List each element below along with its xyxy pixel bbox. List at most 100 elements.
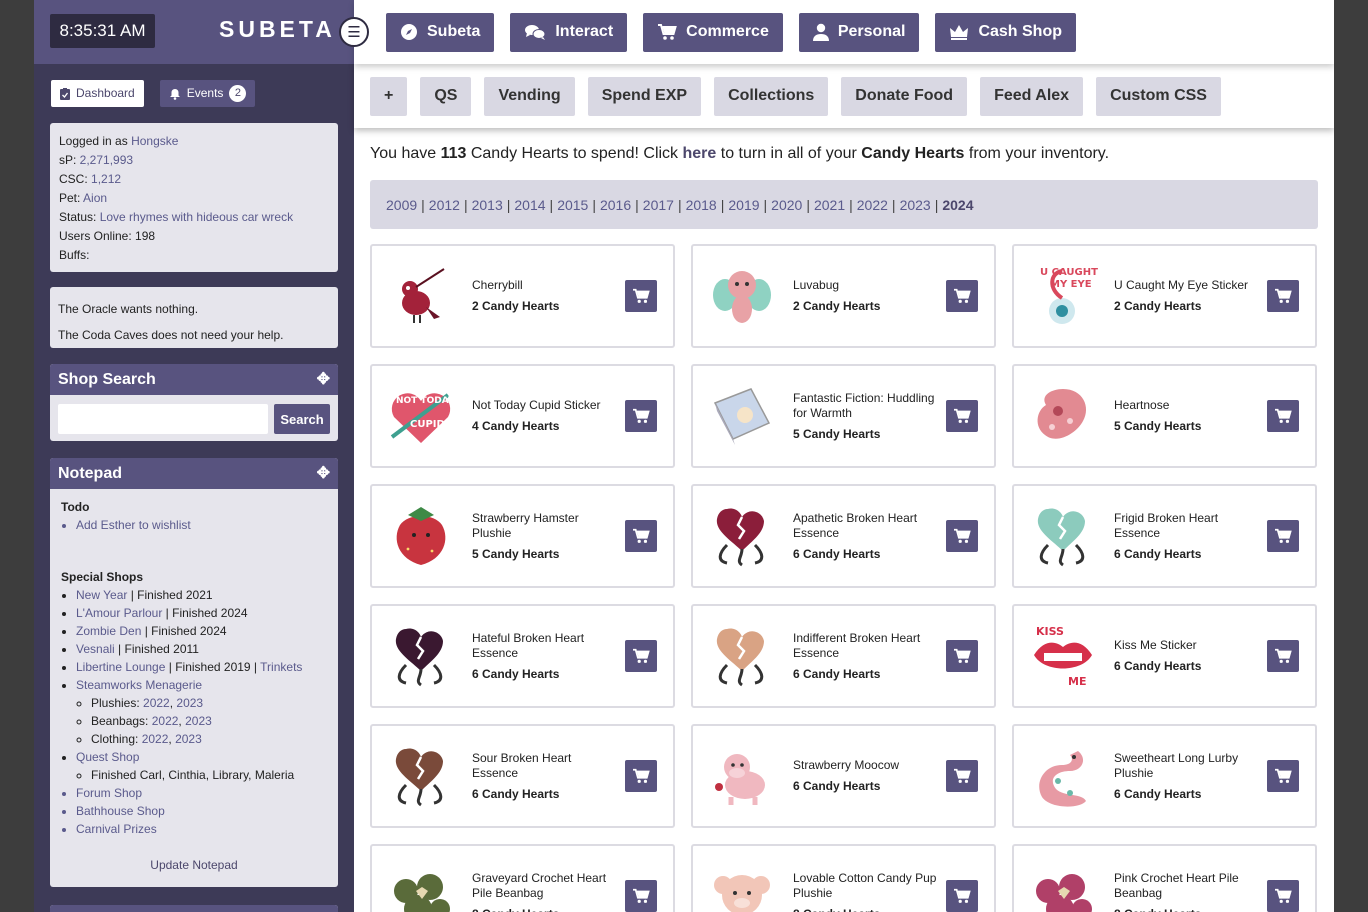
quick-link-custom-css[interactable]: Custom CSS [1096,76,1221,116]
nav-button-cash-shop[interactable]: Cash Shop [935,12,1076,52]
buy-button[interactable] [625,280,657,312]
year-link-2015[interactable]: 2015 [557,197,588,213]
year-link[interactable]: 2023 [175,732,202,746]
buy-button[interactable] [625,760,657,792]
buy-button[interactable] [625,400,657,432]
sp-value[interactable]: 2,271,993 [80,153,133,167]
year-link-2013[interactable]: 2013 [472,197,503,213]
bathhouse-shop-link[interactable]: Bathhouse Shop [76,802,327,820]
buy-button[interactable] [625,640,657,672]
nav-button-personal[interactable]: Personal [798,12,920,52]
year-link-2016[interactable]: 2016 [600,197,631,213]
year-link[interactable]: 2023 [185,714,212,728]
year-link-2022[interactable]: 2022 [857,197,888,213]
quick-link-donate-food[interactable]: Donate Food [841,76,968,116]
collapsed-panel-header[interactable] [50,905,338,912]
list-item: Beanbags: 2022, 2023 [91,712,327,730]
username-link[interactable]: Hongske [131,134,178,148]
nav-button-subeta[interactable]: Subeta [386,12,495,52]
year-link-2023[interactable]: 2023 [900,197,931,213]
events-label: Events [186,86,224,100]
buy-button[interactable] [1267,640,1299,672]
item-name: Frigid Broken Heart Essence [1114,510,1219,540]
brand-logo[interactable]: SUBETA [219,16,336,43]
buy-button[interactable] [1267,400,1299,432]
pet-link[interactable]: Aion [83,191,107,205]
buy-button[interactable] [1267,880,1299,912]
shop-item-card: Luvabug 2 Candy Hearts [691,244,996,348]
shop-link[interactable]: L'Amour Parlour [76,606,162,620]
forum-shop-link[interactable]: Forum Shop [76,784,327,802]
year-link[interactable]: 2022 [152,714,179,728]
move-icon[interactable]: ✥ [317,458,330,489]
shop-search-header[interactable]: Shop Search ✥ [50,364,338,395]
crown-icon [949,24,969,40]
quest-shop-link[interactable]: Quest Shop [76,750,139,764]
year-link-2019[interactable]: 2019 [728,197,759,213]
shop-item-card: Apathetic Broken Heart Essence 6 Candy He… [691,484,996,588]
intro-text: You have [370,145,441,162]
turn-in-link[interactable]: here [683,145,717,162]
shop-link[interactable]: Libertine Lounge [76,660,165,674]
item-info: Pink Crochet Heart Pile Beanbag 8 Candy H… [1114,871,1259,912]
item-info: Not Today Cupid Sticker 4 Candy Hearts [472,398,617,434]
shop-link[interactable]: New Year [76,588,127,602]
carnival-prizes-link[interactable]: Carnival Prizes [76,820,327,838]
buy-button[interactable] [1267,760,1299,792]
year-selector: 2009 | 2012 | 2013 | 2014 | 2015 | 2016 | 2017 | 2018 |… [370,180,1318,229]
shop-search-input[interactable] [58,404,268,434]
shop-search-button[interactable]: Search [274,404,330,434]
year-link[interactable]: 2023 [176,696,203,710]
pile-item-image [1036,874,1092,912]
year-link-2021[interactable]: 2021 [814,197,845,213]
dashboard-tab[interactable]: Dashboard [51,80,144,107]
year-link[interactable]: 2022 [142,732,169,746]
hamburger-menu-icon[interactable]: ☰ [339,17,369,47]
year-link-2009[interactable]: 2009 [386,197,417,213]
nav-button-commerce[interactable]: Commerce [643,12,783,52]
todo-item[interactable]: Add Esther to wishlist [76,516,327,534]
buy-button[interactable] [946,520,978,552]
quick-link-collections[interactable]: Collections [714,76,829,116]
buy-button[interactable] [1267,520,1299,552]
buy-button[interactable] [946,400,978,432]
quick-link-spend-exp[interactable]: Spend EXP [587,76,702,116]
year-link-2017[interactable]: 2017 [643,197,674,213]
trinkets-link[interactable]: Trinkets [260,660,302,674]
buy-button[interactable] [625,880,657,912]
csc-value[interactable]: 1,212 [91,172,121,186]
move-icon[interactable]: ✥ [317,364,330,395]
intro-text: Candy Hearts to spend! Click [466,145,683,162]
buy-button[interactable] [946,880,978,912]
buy-button[interactable] [1267,280,1299,312]
buy-button[interactable] [946,760,978,792]
quick-link-add[interactable]: + [370,76,408,116]
intro-text: to turn in all of your [716,145,862,162]
shop-link[interactable]: Zombie Den [76,624,141,638]
year-link-2024[interactable]: 2024 [942,197,973,213]
sidebar-header: 8:35:31 AM SUBETA [34,0,354,64]
nav-button-interact[interactable]: Interact [510,12,628,52]
shop-item-card: Strawberry Hamster Plushie 5 Candy Hearts [370,484,675,588]
update-notepad-button[interactable]: Update Notepad [61,856,327,874]
events-tab[interactable]: Events 2 [159,80,256,107]
quick-link-vending[interactable]: Vending [484,76,575,116]
year-link-2020[interactable]: 2020 [771,197,802,213]
buy-button[interactable] [625,520,657,552]
quick-link-feed-alex[interactable]: Feed Alex [980,76,1084,116]
shop-link[interactable]: Steamworks Menagerie [76,678,202,692]
item-price: 6 Candy Hearts [1114,786,1202,801]
status-text[interactable]: Love rhymes with hideous car wreck [100,210,293,224]
year-link-2018[interactable]: 2018 [686,197,717,213]
buy-button[interactable] [946,640,978,672]
buy-button[interactable] [946,280,978,312]
year-link[interactable]: 2022 [143,696,170,710]
sidebar: 8:35:31 AM SUBETA Dashboard Events 2 Log… [34,0,354,912]
year-link-2014[interactable]: 2014 [514,197,545,213]
shop-link[interactable]: Vesnali [76,642,115,656]
quick-link-qs[interactable]: QS [420,76,472,116]
item-price: 6 Candy Hearts [793,666,881,681]
lips-item-image: KISS ME [1034,625,1092,688]
notepad-header[interactable]: Notepad ✥ [50,458,338,489]
year-link-2012[interactable]: 2012 [429,197,460,213]
